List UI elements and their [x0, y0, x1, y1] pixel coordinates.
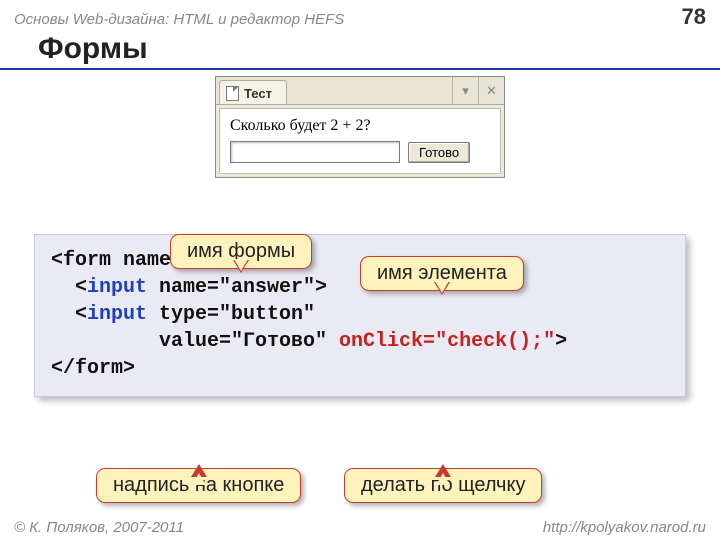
submit-button[interactable]: Готово	[408, 142, 470, 163]
callout-onclick: делать по щелчку	[344, 468, 542, 503]
question-text: Сколько будет 2 + 2?	[230, 117, 490, 135]
document-icon	[226, 86, 239, 101]
tab-test[interactable]: Тест	[219, 80, 287, 104]
tab-close-icon[interactable]: ✕	[478, 77, 504, 104]
callout-form-name: имя формы	[170, 234, 312, 269]
tab-dropdown-icon[interactable]: ▾	[452, 77, 478, 104]
tab-label: Тест	[244, 86, 272, 101]
callout-button-label: надпись на кнопке	[96, 468, 301, 503]
answer-input[interactable]	[230, 141, 400, 163]
page-number: 78	[682, 4, 706, 30]
browser-window: Тест ▾ ✕ Сколько будет 2 + 2? Готово	[215, 76, 505, 178]
callout-element-name: имя элемента	[360, 256, 524, 291]
slide-title: Формы	[0, 32, 720, 70]
footer: © К. Поляков, 2007-2011 http://kpolyakov…	[0, 519, 720, 536]
code-block: <form name="calc"> <input name="answer">…	[34, 234, 686, 397]
footer-url: http://kpolyakov.narod.ru	[543, 519, 706, 536]
course-title: Основы Web-дизайна: HTML и редактор HEFS	[14, 11, 344, 28]
tab-bar: Тест ▾ ✕	[216, 77, 504, 105]
copyright: © К. Поляков, 2007-2011	[14, 519, 184, 536]
